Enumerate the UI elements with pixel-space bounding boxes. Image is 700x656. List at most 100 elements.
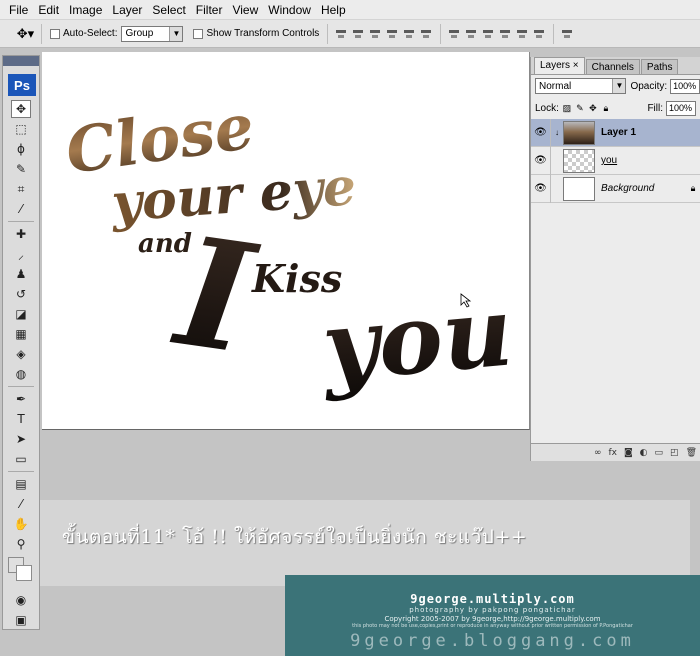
- zoom-tool-icon[interactable]: ⚲: [11, 535, 31, 553]
- gradient-tool-icon[interactable]: ▦: [11, 325, 31, 343]
- menu-view[interactable]: View: [227, 0, 263, 20]
- auto-align-icon[interactable]: [560, 27, 574, 41]
- lock-row: Lock: ▨ ✎ ✥ 🔒︎ Fill: 100%: [531, 97, 700, 119]
- caption-text: ขั้นตอนที่11* โอ้ !! ให้อัศจรรย์ใจเป็นยิ…: [62, 526, 528, 548]
- history-brush-tool-icon[interactable]: ↺: [11, 285, 31, 303]
- layer-row[interactable]: 👁︎ Background 🔒︎: [531, 174, 700, 203]
- layer-name[interactable]: Layer 1: [601, 127, 700, 138]
- distribute-left-icon[interactable]: [498, 27, 512, 41]
- auto-select-dropdown[interactable]: Group ▼: [121, 25, 184, 42]
- lock-label: Lock:: [535, 102, 559, 114]
- tools-panel-grip[interactable]: [3, 56, 39, 66]
- menu-filter[interactable]: Filter: [191, 0, 228, 20]
- align-top-icon[interactable]: [334, 27, 348, 41]
- eye-icon[interactable]: 👁︎: [531, 174, 551, 203]
- opacity-field[interactable]: 100%: [670, 78, 700, 94]
- tool-preset-picker[interactable]: ✥▾: [10, 23, 42, 44]
- menu-layer[interactable]: Layer: [107, 0, 147, 20]
- align-right-icon[interactable]: [419, 27, 433, 41]
- menu-help[interactable]: Help: [316, 0, 351, 20]
- type-tool-icon[interactable]: T: [11, 410, 31, 428]
- healing-brush-tool-icon[interactable]: ✚: [11, 225, 31, 243]
- crop-tool-icon[interactable]: ⌗: [11, 180, 31, 198]
- layer-row[interactable]: 👁︎ ↓ Layer 1: [531, 118, 700, 147]
- menu-select[interactable]: Select: [147, 0, 190, 20]
- background-color-swatch[interactable]: [16, 565, 32, 581]
- tab-layers[interactable]: Layers ×: [534, 57, 585, 74]
- layer-name[interactable]: Background: [601, 183, 686, 194]
- panel-tabs: Layers × Channels Paths: [531, 57, 700, 75]
- layer-thumbnail: [563, 120, 595, 145]
- lock-all-icon[interactable]: 🔒︎: [601, 103, 611, 113]
- layer-style-icon[interactable]: fx: [608, 448, 617, 458]
- watermark-credit: photography by pakpong pongatichar: [409, 606, 576, 614]
- clone-stamp-tool-icon[interactable]: ♟: [11, 265, 31, 283]
- move-tool-icon[interactable]: ✥: [11, 100, 31, 118]
- eyedropper-sample-tool-icon[interactable]: ⁄: [11, 495, 31, 513]
- distribute-bottom-icon[interactable]: [481, 27, 495, 41]
- notes-tool-icon[interactable]: ▤: [11, 475, 31, 493]
- marquee-tool-icon[interactable]: ⬚: [11, 120, 31, 138]
- blur-tool-icon[interactable]: ◈: [11, 345, 31, 363]
- auto-select-label: Auto-Select:: [63, 28, 118, 39]
- pen-tool-icon[interactable]: ✒: [11, 390, 31, 408]
- menu-image[interactable]: Image: [64, 0, 107, 20]
- align-left-icon[interactable]: [385, 27, 399, 41]
- lock-transparent-icon[interactable]: ▨: [562, 103, 572, 113]
- align-hcenter-icon[interactable]: [402, 27, 416, 41]
- adjustment-layer-icon[interactable]: ◐: [640, 448, 648, 458]
- quick-mask-tool-icon[interactable]: ◉: [11, 591, 31, 609]
- eyedropper-tool-icon[interactable]: ⁄: [11, 200, 31, 218]
- distribute-right-icon[interactable]: [532, 27, 546, 41]
- auto-select-checkbox[interactable]: [50, 28, 60, 39]
- link-layers-icon[interactable]: ∞: [594, 448, 602, 458]
- tools-panel: Ps ✥ ⬚ ϕ ✎ ⌗ ⁄ ✚ ⸝ ♟ ↺ ◪ ▦ ◈ ◍ ✒ T ➤ ▭ ▤…: [2, 55, 40, 630]
- screen-mode-tool-icon[interactable]: ▣: [11, 611, 31, 629]
- eye-icon[interactable]: 👁︎: [531, 118, 551, 147]
- distribute-vcenter-icon[interactable]: [464, 27, 478, 41]
- lock-position-icon[interactable]: ✥: [588, 103, 598, 113]
- layer-row[interactable]: 👁︎ you: [531, 146, 700, 175]
- document-canvas[interactable]: Close your eye and I Kiss you: [42, 52, 530, 430]
- watermark-notice: this photo may not be use,copies,print o…: [352, 623, 633, 629]
- menu-edit[interactable]: Edit: [33, 0, 64, 20]
- new-group-icon[interactable]: ▭: [655, 448, 664, 458]
- menu-file[interactable]: File: [4, 0, 33, 20]
- distribute-hcenter-icon[interactable]: [515, 27, 529, 41]
- blend-mode-dropdown[interactable]: Normal ▼: [535, 78, 627, 94]
- blend-row: Normal ▼ Opacity: 100%: [531, 75, 700, 97]
- layer-name[interactable]: you: [601, 155, 700, 166]
- quick-select-tool-icon[interactable]: ✎: [11, 160, 31, 178]
- distribute-top-icon[interactable]: [447, 27, 461, 41]
- hand-tool-icon[interactable]: ✋: [11, 515, 31, 533]
- dodge-tool-icon[interactable]: ◍: [11, 365, 31, 383]
- trash-icon[interactable]: 🗑︎: [686, 448, 697, 458]
- brush-tool-icon[interactable]: ⸝: [11, 245, 31, 263]
- eye-icon[interactable]: 👁︎: [531, 146, 551, 175]
- show-transform-checkbox[interactable]: [193, 28, 204, 39]
- layer-mask-icon[interactable]: ◙: [624, 448, 633, 458]
- shape-tool-icon[interactable]: ▭: [11, 450, 31, 468]
- distribute-buttons: [440, 23, 549, 44]
- artwork-word-you: you: [316, 274, 517, 403]
- new-layer-icon[interactable]: ◰: [670, 448, 679, 458]
- path-select-tool-icon[interactable]: ➤: [11, 430, 31, 448]
- align-vcenter-icon[interactable]: [351, 27, 365, 41]
- eraser-tool-icon[interactable]: ◪: [11, 305, 31, 323]
- lasso-tool-icon[interactable]: ϕ: [11, 140, 31, 158]
- artwork-word-and: and: [138, 229, 192, 259]
- menu-bar: File Edit Image Layer Select Filter View…: [0, 0, 700, 20]
- tab-channels[interactable]: Channels: [585, 59, 640, 74]
- watermark-site: 9george.bloggang.com: [350, 631, 635, 651]
- color-swatches[interactable]: [6, 557, 36, 587]
- opacity-label: Opacity:: [630, 80, 668, 92]
- layer-thumbnail: [563, 176, 595, 201]
- menu-window[interactable]: Window: [263, 0, 316, 20]
- move-tool-icon: ✥▾: [16, 25, 35, 41]
- layers-footer: ∞ fx ◙ ◐ ▭ ◰ 🗑︎: [531, 443, 700, 461]
- align-bottom-icon[interactable]: [368, 27, 382, 41]
- fill-field[interactable]: 100%: [666, 100, 696, 116]
- lock-image-icon[interactable]: ✎: [575, 103, 585, 113]
- watermark-block: 9george.multiply.com photography by pakp…: [285, 575, 700, 656]
- tab-paths[interactable]: Paths: [640, 59, 679, 74]
